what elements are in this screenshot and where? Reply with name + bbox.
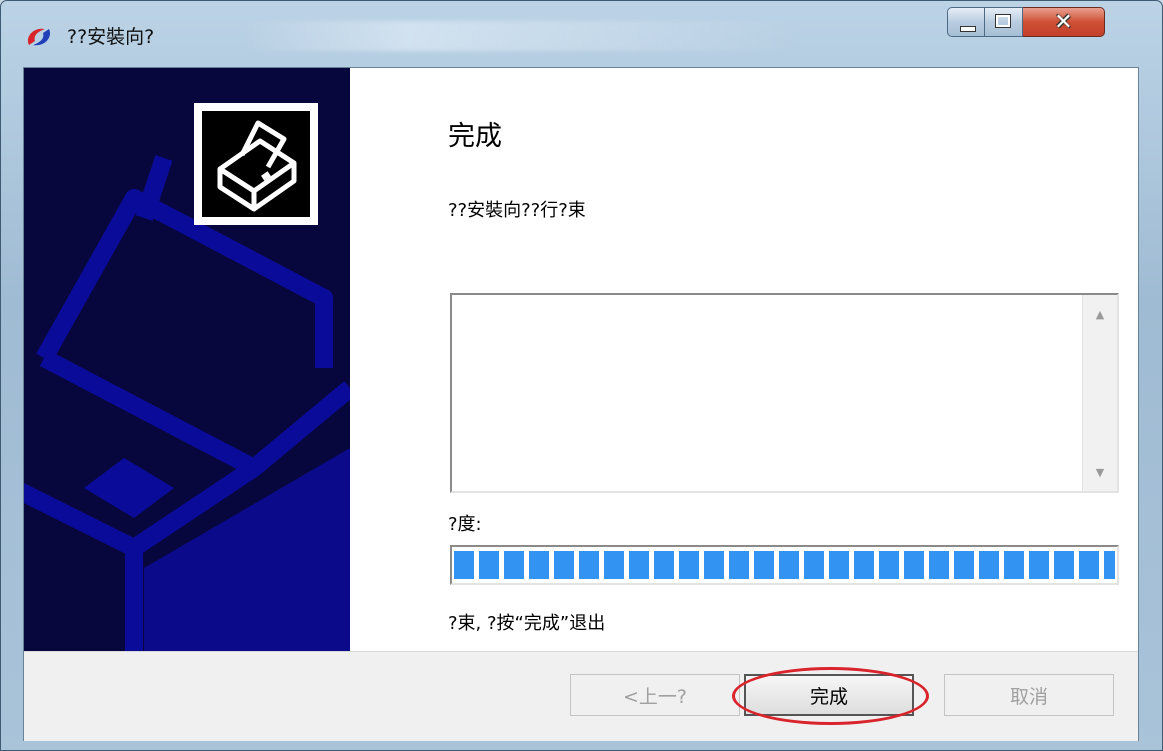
maximize-button[interactable] — [985, 7, 1023, 37]
install-log-box[interactable]: ▲ ▼ — [450, 293, 1119, 493]
wizard-banner — [24, 68, 350, 651]
progress-label: ?度: — [448, 514, 482, 535]
back-button[interactable]: <上一? — [570, 674, 740, 716]
cancel-button[interactable]: 取消 — [944, 674, 1114, 716]
caption-buttons: ✕ — [947, 7, 1147, 39]
scroll-down-icon[interactable]: ▼ — [1083, 459, 1117, 485]
progress-bar — [450, 545, 1119, 585]
close-icon: ✕ — [1054, 9, 1073, 35]
close-button[interactable]: ✕ — [1023, 7, 1105, 37]
title-bar[interactable]: ??安裝向? ✕ — [1, 1, 1162, 67]
title-bar-background — [241, 21, 801, 51]
app-swirl-icon[interactable] — [23, 23, 55, 51]
log-scrollbar[interactable]: ▲ ▼ — [1082, 295, 1117, 491]
status-text: ?束, ?按“完成”退出 — [448, 613, 606, 634]
installer-window: ??安裝向? ✕ 完成 ??安裝向??行?束 ▲ ▼ ?度: ?束, ?按“完成… — [0, 0, 1163, 751]
progress-fill — [454, 551, 1115, 579]
button-bar: <上一? 完成 取消 — [24, 651, 1138, 741]
page-heading: 完成 — [448, 121, 502, 152]
minimize-button[interactable] — [947, 7, 985, 37]
page-subtext: ??安裝向??行?束 — [448, 200, 586, 221]
scroll-up-icon[interactable]: ▲ — [1083, 301, 1117, 327]
window-title: ??安裝向? — [67, 26, 155, 48]
finish-button[interactable]: 完成 — [744, 674, 914, 716]
printer-icon — [194, 103, 318, 225]
dialog-client-area: 完成 ??安裝向??行?束 ▲ ▼ ?度: ?束, ?按“完成”退出 <上一? … — [23, 67, 1139, 741]
